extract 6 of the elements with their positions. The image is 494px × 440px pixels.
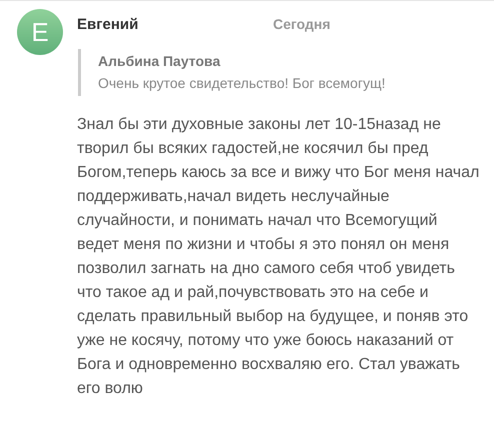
comment-text: Знал бы эти духовные законы лет 10-15назад не творил бы всяких гадостей,не косячил бы пред Богом,теперь каюсь за все и вижу что Бог меня начал поддерживать,начал видеть неслучайные случайности, и понимать начал что Всемогущий ведет меня по жизни и чтобы я это понял он меня позволил загнать на дно самого себя чтоб увидеть что такое ад и рай,почувствовать это на себе и сделать правильный выбор на будущее, и поняв это уже не косячу, потому что уже боюсь наказаний от Бога и одновременно восхваляю его. Стал уважать его волю xyxy=(77,114,480,398)
quote-text: Очень крутое свидетельство! Бог всемогущ! xyxy=(98,74,386,93)
avatar: E xyxy=(17,9,63,55)
quote-author: Альбина Паутова xyxy=(98,52,222,71)
comment-date: Сегодня xyxy=(273,15,330,34)
author-name: Евгений xyxy=(77,15,140,35)
